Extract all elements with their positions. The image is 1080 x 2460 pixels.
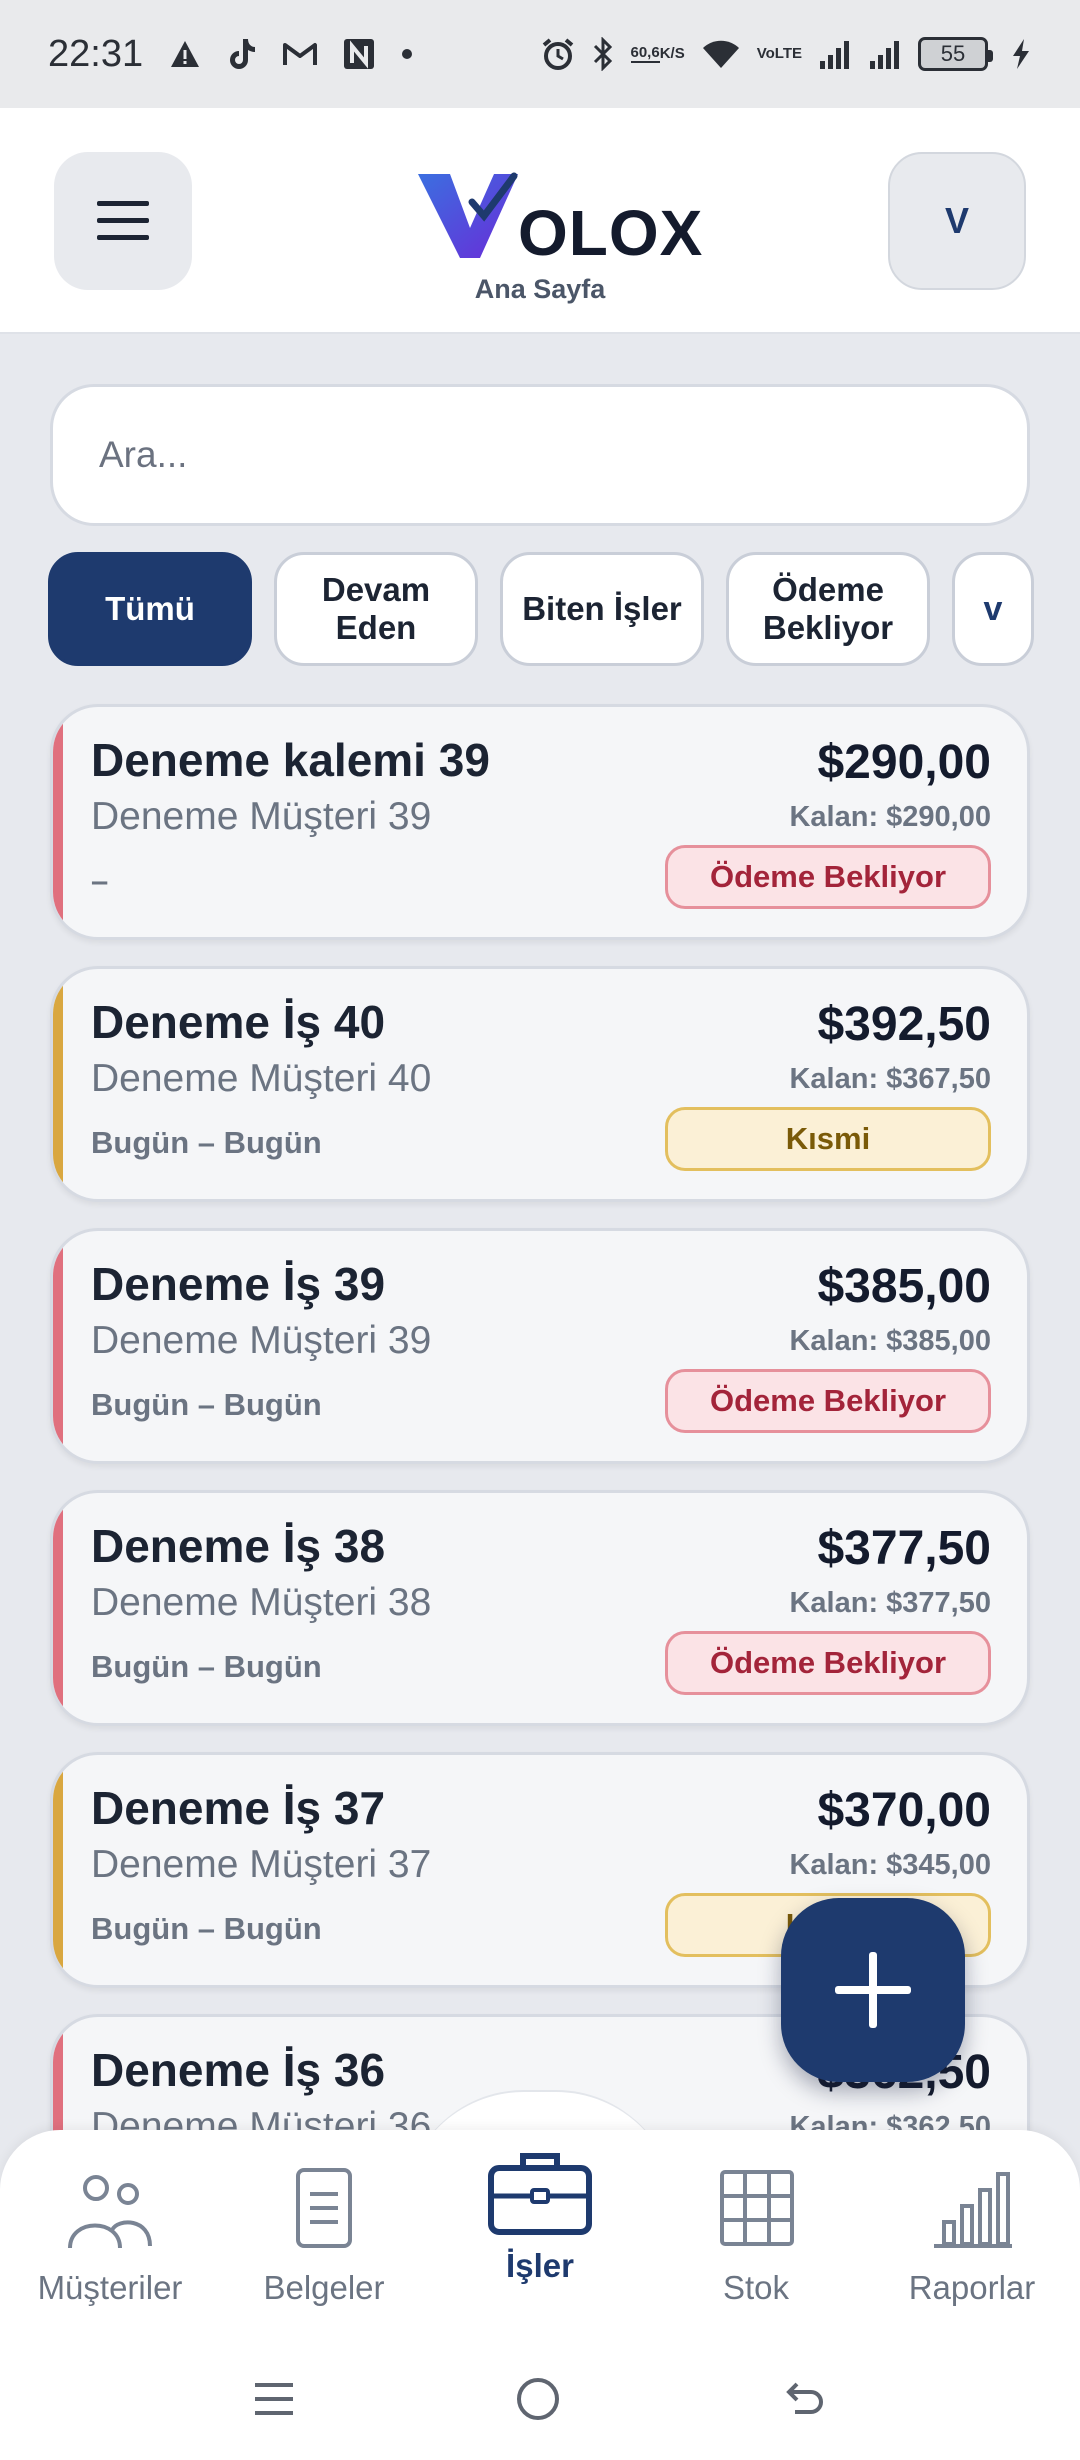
status-stripe (53, 1755, 63, 1985)
filter-chip-completed[interactable]: Biten İşler (500, 552, 704, 666)
nav-item-documents[interactable]: Belgeler (216, 2166, 432, 2307)
job-amount: $385,00 (817, 1260, 991, 1313)
hamburger-icon (97, 201, 149, 240)
status-badge: Ödeme Bekliyor (665, 1631, 991, 1695)
job-remaining: Kalan: $345,00 (789, 1849, 991, 1881)
job-amount: $377,50 (817, 1522, 991, 1575)
signal-icon (818, 39, 852, 69)
job-amount: $392,50 (817, 998, 991, 1051)
job-client: Deneme Müşteri 40 (91, 1057, 432, 1100)
job-card[interactable]: Deneme kalemi 39 Deneme Müşteri 39 – $29… (50, 704, 1030, 940)
recent-apps-icon[interactable] (253, 2379, 295, 2424)
dot-icon (401, 48, 413, 60)
job-dates: Bugün – Bugün (91, 1649, 322, 1684)
home-icon[interactable] (515, 2376, 561, 2427)
filter-more-chevron[interactable]: v (952, 552, 1034, 666)
search-field[interactable] (50, 384, 1030, 526)
job-dates: Bugün – Bugün (91, 1125, 322, 1160)
back-icon[interactable] (781, 2378, 827, 2425)
system-navigation-bar (0, 2342, 1080, 2460)
job-title: Deneme İş 39 (91, 1258, 386, 1310)
status-time: 22:31 (48, 32, 144, 75)
status-stripe (53, 707, 63, 937)
status-badge: Kısmi (665, 1107, 991, 1171)
signal-icon-2 (868, 39, 902, 69)
filter-chips: Tümü Devam Eden Biten İşler Ödeme Bekliy… (48, 552, 1048, 668)
job-remaining: Kalan: $290,00 (789, 801, 991, 833)
job-remaining: Kalan: $377,50 (789, 1587, 991, 1619)
nav-label: Belgeler (263, 2269, 385, 2306)
filter-chip-awaiting-payment[interactable]: Ödeme Bekliyor (726, 552, 930, 666)
job-card[interactable]: Deneme İş 40 Deneme Müşteri 40 Bugün – B… (50, 966, 1030, 1202)
job-dates: Bugün – Bugün (91, 1911, 322, 1946)
warning-icon (169, 39, 201, 69)
status-badge: Ödeme Bekliyor (665, 845, 991, 909)
document-icon (296, 2168, 352, 2248)
wifi-icon (701, 38, 741, 70)
alarm-icon (541, 37, 575, 71)
users-icon (68, 2175, 152, 2249)
status-bar: 22:31 60,6 K/S Vo LTE 55 (0, 0, 1080, 108)
job-amount: $370,00 (817, 1784, 991, 1837)
job-client: Deneme Müşteri 38 (91, 1581, 432, 1624)
job-card[interactable]: Deneme İş 39 Deneme Müşteri 39 Bugün – B… (50, 1228, 1030, 1464)
battery-icon: 55 (918, 37, 993, 71)
volox-logo: OLOX (410, 150, 702, 270)
gmail-icon (283, 41, 318, 67)
job-client: Deneme Müşteri 39 (91, 795, 432, 838)
job-title: Deneme İş 40 (91, 996, 386, 1048)
plus-icon (835, 1952, 911, 2028)
bluetooth-icon (591, 37, 615, 71)
job-dates: Bugün – Bugün (91, 1387, 322, 1422)
status-stripe (53, 1493, 63, 1723)
add-job-button[interactable] (781, 1898, 965, 2082)
search-input[interactable] (99, 434, 981, 476)
charging-icon (1010, 37, 1032, 71)
job-remaining: Kalan: $367,50 (789, 1063, 991, 1095)
job-amount: $290,00 (817, 736, 991, 789)
notion-icon (343, 38, 375, 70)
job-title: Deneme İş 38 (91, 1520, 386, 1572)
nav-label: Stok (722, 2269, 790, 2306)
job-dates: – (91, 863, 109, 898)
nav-item-stock[interactable]: Stok (648, 2166, 864, 2307)
job-remaining: Kalan: $385,00 (789, 1325, 991, 1357)
status-stripe (53, 1231, 63, 1461)
job-client: Deneme Müşteri 37 (91, 1843, 432, 1886)
network-speed: 60,6 K/S (630, 44, 685, 63)
job-client: Deneme Müşteri 39 (91, 1319, 432, 1362)
nav-item-reports[interactable]: Raporlar (864, 2166, 1080, 2307)
filter-chip-in-progress[interactable]: Devam Eden (274, 552, 478, 666)
nav-label: Raporlar (908, 2269, 1036, 2306)
job-card[interactable]: Deneme İş 38 Deneme Müşteri 38 Bugün – B… (50, 1490, 1030, 1726)
job-title: Deneme kalemi 39 (91, 734, 490, 786)
app-header: OLOX Ana Sayfa V (0, 108, 1080, 334)
grid-icon (720, 2170, 794, 2246)
volte-indicator: Vo LTE (756, 45, 802, 62)
status-stripe (53, 969, 63, 1199)
tiktok-icon (227, 37, 257, 71)
filter-chip-all[interactable]: Tümü (48, 552, 252, 666)
user-avatar-button[interactable]: V (888, 152, 1026, 290)
menu-button[interactable] (54, 152, 192, 290)
briefcase-icon (488, 2153, 592, 2235)
status-badge: Ödeme Bekliyor (665, 1369, 991, 1433)
bar-chart-icon (934, 2172, 1012, 2248)
nav-item-jobs[interactable]: İşler (432, 2146, 648, 2285)
job-title: Deneme İş 36 (91, 2044, 386, 2096)
logo-text: OLOX (518, 197, 704, 269)
nav-label: İşler (506, 2247, 574, 2284)
job-title: Deneme İş 37 (91, 1782, 386, 1834)
nav-label: Müşteriler (37, 2269, 183, 2306)
nav-item-customers[interactable]: Müşteriler (2, 2166, 218, 2307)
